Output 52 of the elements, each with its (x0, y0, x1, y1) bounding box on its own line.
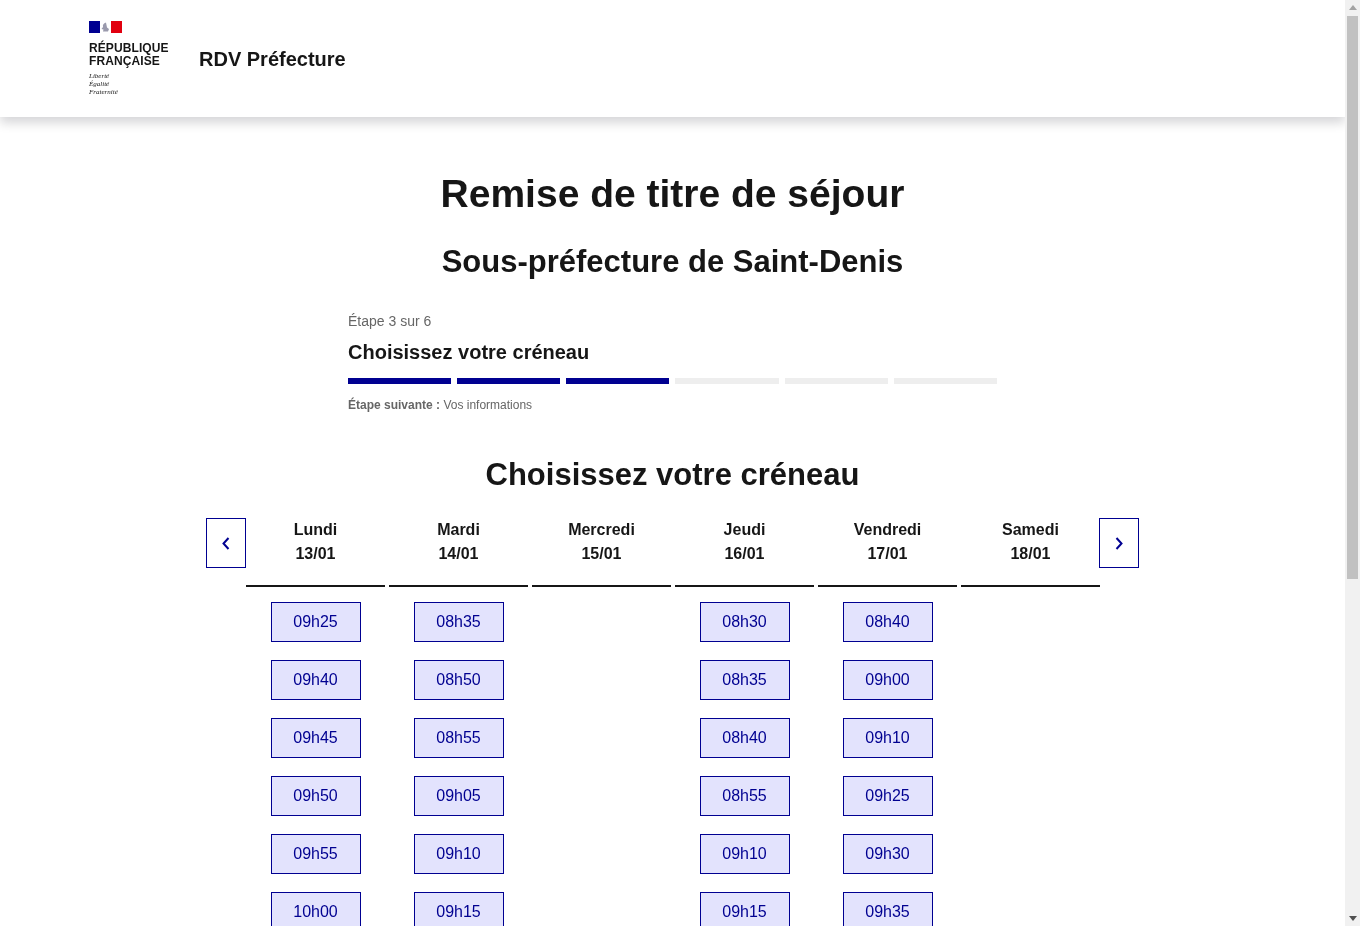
day-date: 14/01 (438, 544, 479, 564)
service-title[interactable]: RDV Préfecture (199, 44, 346, 73)
step-counter: Étape 3 sur 6 (348, 312, 433, 331)
next-week-button[interactable] (1099, 518, 1139, 568)
time-slot-button[interactable]: 08h55 (413, 718, 504, 758)
day-name: Mardi (437, 520, 480, 540)
time-slot-button[interactable]: 10h00 (270, 892, 361, 926)
time-slot-button[interactable]: 09h35 (842, 892, 933, 926)
chevron-right-icon (1115, 536, 1123, 550)
day-date: 18/01 (1010, 544, 1051, 564)
time-slot-button[interactable]: 09h45 (270, 718, 361, 758)
scroll-down-icon[interactable] (1348, 916, 1357, 921)
page-title: Remise de titre de séjour (440, 171, 905, 217)
time-slot-button[interactable]: 09h40 (270, 660, 361, 700)
day-name: Jeudi (723, 520, 766, 540)
step-title: Choisissez votre créneau (348, 340, 591, 365)
time-slot-button[interactable]: 08h35 (413, 602, 504, 642)
time-slot-button[interactable]: 09h05 (413, 776, 504, 816)
time-slot-button[interactable]: 09h10 (842, 718, 933, 758)
next-step-text: Étape suivante : Vos informations (348, 397, 534, 413)
page-subtitle: Sous-préfecture de Saint-Denis (441, 243, 904, 281)
time-slot-button[interactable]: 09h10 (699, 834, 790, 874)
scrollbar-thumb[interactable] (1347, 16, 1358, 579)
time-slot-button[interactable]: 09h10 (413, 834, 504, 874)
time-slot-button[interactable]: 08h35 (699, 660, 790, 700)
day-name: Lundi (293, 520, 338, 540)
scrollbar-track[interactable] (1345, 0, 1360, 926)
flag-icon (89, 21, 122, 33)
time-slot-button[interactable]: 09h00 (842, 660, 933, 700)
time-slot-button[interactable]: 09h15 (699, 892, 790, 926)
day-date: 16/01 (724, 544, 765, 564)
time-slot-button[interactable]: 08h40 (699, 718, 790, 758)
time-slot-button[interactable]: 09h15 (413, 892, 504, 926)
day-date: 15/01 (581, 544, 622, 564)
time-slot-button[interactable]: 09h30 (842, 834, 933, 874)
time-slot-button[interactable]: 09h25 (270, 602, 361, 642)
time-slot-button[interactable]: 08h40 (842, 602, 933, 642)
chevron-left-icon (222, 536, 230, 550)
calendar-title: Choisissez votre créneau (485, 456, 860, 494)
day-name: Mercredi (568, 520, 635, 540)
time-slot-button[interactable]: 09h55 (270, 834, 361, 874)
time-slot-button[interactable]: 08h30 (699, 602, 790, 642)
day-name: Vendredi (853, 520, 922, 540)
day-date: 17/01 (867, 544, 908, 564)
day-name: Samedi (1002, 520, 1059, 540)
previous-week-button[interactable] (206, 518, 246, 568)
republic-name: RÉPUBLIQUE FRANÇAISE (89, 42, 169, 68)
time-slot-button[interactable]: 08h50 (413, 660, 504, 700)
day-date: 13/01 (295, 544, 336, 564)
time-slot-button[interactable]: 09h50 (270, 776, 361, 816)
time-slot-button[interactable]: 08h55 (699, 776, 790, 816)
time-slot-button[interactable]: 09h25 (842, 776, 933, 816)
